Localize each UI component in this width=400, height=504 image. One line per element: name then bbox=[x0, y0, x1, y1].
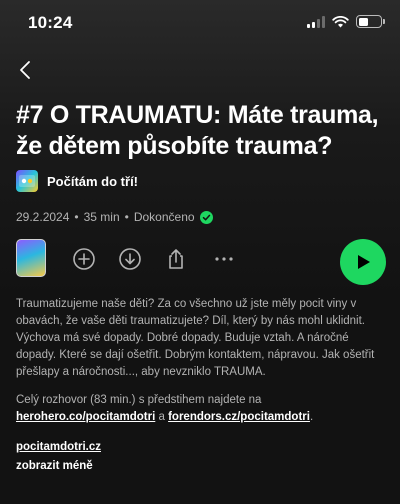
episode-status: Dokončeno bbox=[133, 210, 195, 224]
show-less-button[interactable]: zobrazit méně bbox=[16, 460, 93, 472]
episode-title: #7 O TRAUMATU: Máte trauma, že dětem půs… bbox=[16, 101, 379, 160]
status-icons bbox=[307, 15, 385, 28]
action-bar bbox=[16, 239, 386, 285]
website-link[interactable]: pocitamdotri.cz bbox=[16, 441, 101, 453]
herohero-link[interactable]: herohero.co/pocitamdotri bbox=[16, 411, 155, 423]
play-button[interactable] bbox=[340, 239, 386, 285]
episode-more-info: Celý rozhovor (83 min.) s předstihem naj… bbox=[16, 392, 386, 426]
chevron-left-icon[interactable] bbox=[14, 58, 38, 82]
meta-separator: • bbox=[124, 210, 129, 224]
episode-duration: 35 min bbox=[83, 210, 120, 224]
signal-icon bbox=[307, 15, 325, 28]
more-dots-icon[interactable] bbox=[212, 247, 236, 271]
episode-date: 29.2.2024 bbox=[16, 210, 70, 224]
episode-meta: 29.2.2024 • 35 min • Dokončeno bbox=[16, 210, 213, 224]
status-bar: 10:24 bbox=[0, 0, 400, 50]
forendors-link[interactable]: forendors.cz/pocitamdotri bbox=[168, 411, 310, 423]
wifi-icon bbox=[332, 15, 349, 27]
more-text: a bbox=[155, 411, 169, 423]
show-logo bbox=[16, 170, 38, 192]
download-circle-icon[interactable] bbox=[118, 247, 142, 271]
plus-circle-icon[interactable] bbox=[72, 247, 96, 271]
check-icon bbox=[199, 210, 213, 224]
status-time: 10:24 bbox=[28, 13, 73, 32]
share-icon[interactable] bbox=[164, 247, 188, 271]
more-text: Celý rozhovor (83 min.) s předstihem naj… bbox=[16, 394, 262, 406]
meta-separator: • bbox=[74, 210, 79, 224]
episode-cover-image bbox=[16, 239, 46, 277]
more-text: . bbox=[309, 411, 314, 423]
battery-icon bbox=[356, 15, 385, 28]
show-link[interactable]: Počítám do tří! bbox=[16, 170, 138, 192]
play-icon bbox=[358, 255, 370, 269]
episode-description: Traumatizujeme naše děti? Za co všechno … bbox=[16, 298, 375, 378]
show-name[interactable]: Počítám do tří! bbox=[47, 174, 138, 189]
